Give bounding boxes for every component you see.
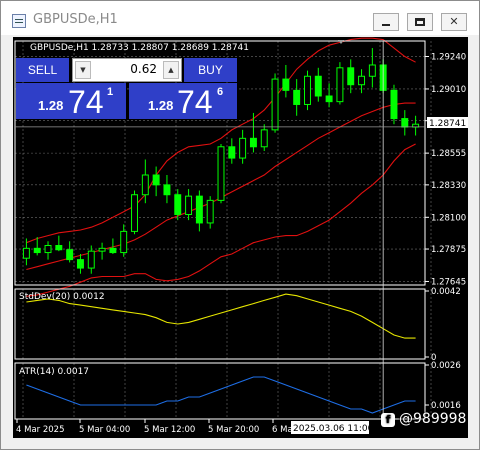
sell-price-big: 74	[68, 84, 104, 120]
maximize-button[interactable]	[407, 13, 433, 31]
candle[interactable]	[66, 249, 74, 261]
indicator-axis-label: 0.0016	[431, 401, 461, 411]
price-axis-label: 1.28330	[431, 181, 466, 191]
volume-field[interactable]: ▼ 0.62 ▲	[72, 58, 182, 82]
price-axis-label: 1.27645	[431, 277, 466, 287]
candle[interactable]	[336, 67, 344, 103]
stddev-label: StdDev(20) 0.0012	[19, 292, 105, 302]
candle[interactable]	[228, 146, 236, 159]
candle[interactable]	[76, 259, 84, 269]
candle[interactable]	[293, 89, 301, 105]
indicator-axis-label: 0.0026	[431, 361, 461, 371]
price-axis-label: 1.27875	[431, 245, 466, 255]
candle[interactable]	[347, 67, 355, 86]
candle[interactable]	[109, 247, 117, 254]
candle[interactable]	[390, 89, 398, 120]
time-axis-label: 5 Mar 20:00	[208, 425, 259, 435]
buy-price-sup: 6	[217, 86, 224, 98]
candle[interactable]	[314, 75, 322, 97]
watermark-text: @989998	[399, 411, 467, 427]
close-button[interactable]: ✕	[441, 13, 467, 31]
price-axis-label: 1.29010	[431, 85, 466, 95]
buy-price-prefix: 1.28	[148, 98, 174, 113]
current-price-label: 1.28741	[429, 119, 466, 129]
chart-window: GBPUSDe,H1 ✕ 1.292401.290101.287851.2855…	[0, 0, 480, 450]
candle[interactable]	[195, 195, 203, 224]
volume-decrease-icon[interactable]: ▼	[75, 61, 91, 79]
candle[interactable]	[185, 195, 193, 215]
watermark: f @989998	[381, 411, 466, 427]
minimize-button[interactable]	[373, 13, 399, 31]
time-axis-label: 4 Mar 2025	[16, 425, 64, 435]
crosshair-time-label: 2025.03.06 11:00	[293, 424, 374, 434]
price-axis-label: 1.29240	[431, 53, 466, 63]
candle[interactable]	[249, 137, 257, 148]
time-axis-label: 6 Ma	[272, 425, 293, 435]
candle[interactable]	[325, 95, 333, 103]
candle[interactable]	[131, 194, 138, 232]
candle[interactable]	[358, 75, 366, 86]
candle[interactable]	[174, 194, 182, 215]
volume-value[interactable]: 0.62	[130, 62, 157, 76]
one-click-trading-panel: SELL ▼ 0.62 ▲ BUY 1.28 74 1 1.28 74 6	[16, 58, 237, 120]
candle[interactable]	[33, 247, 41, 254]
buy-button[interactable]: BUY	[184, 58, 237, 82]
candle[interactable]	[22, 247, 30, 259]
candle[interactable]	[368, 64, 376, 77]
time-axis-label: 5 Mar 04:00	[79, 425, 130, 435]
candle[interactable]	[55, 245, 63, 251]
candle[interactable]	[260, 129, 268, 148]
volume-increase-icon[interactable]: ▲	[163, 61, 179, 79]
atr-label: ATR(14) 0.0017	[19, 367, 89, 377]
buy-price-button[interactable]: 1.28 74 6	[129, 83, 237, 119]
candle[interactable]	[152, 174, 160, 186]
candle[interactable]	[239, 137, 247, 159]
close-icon: ✕	[449, 15, 459, 28]
candle[interactable]	[206, 199, 214, 224]
sell-price-prefix: 1.28	[38, 98, 64, 113]
sell-button[interactable]: SELL	[16, 58, 69, 82]
candle[interactable]	[98, 247, 106, 252]
candle[interactable]	[304, 75, 311, 105]
watermark-logo-icon: f	[381, 413, 395, 427]
candle[interactable]	[271, 78, 279, 131]
window-titlebar[interactable]: GBPUSDe,H1 ✕	[1, 1, 479, 35]
sell-price-sup: 1	[107, 86, 114, 98]
candle[interactable]	[87, 250, 95, 269]
indicator-axis-label: 0.0042	[431, 287, 461, 297]
price-axis-label: 1.28555	[431, 149, 466, 159]
sell-price-button[interactable]: 1.28 74 1	[16, 83, 126, 119]
candle[interactable]	[217, 146, 225, 201]
chart-header: GBPUSDe,H1 1.28733 1.28807 1.28689 1.287…	[30, 43, 249, 53]
candle[interactable]	[401, 118, 409, 128]
buy-price-big: 74	[177, 84, 213, 120]
candle[interactable]	[44, 245, 52, 254]
candle[interactable]	[163, 184, 171, 196]
time-axis-label: 5 Mar 12:00	[144, 425, 195, 435]
window-title: GBPUSDe,H1	[33, 12, 118, 27]
chart-window-icon	[12, 14, 26, 28]
candle[interactable]	[141, 174, 149, 196]
candle[interactable]	[282, 78, 290, 91]
candle[interactable]	[120, 230, 128, 254]
price-axis-label: 1.28100	[431, 213, 466, 223]
